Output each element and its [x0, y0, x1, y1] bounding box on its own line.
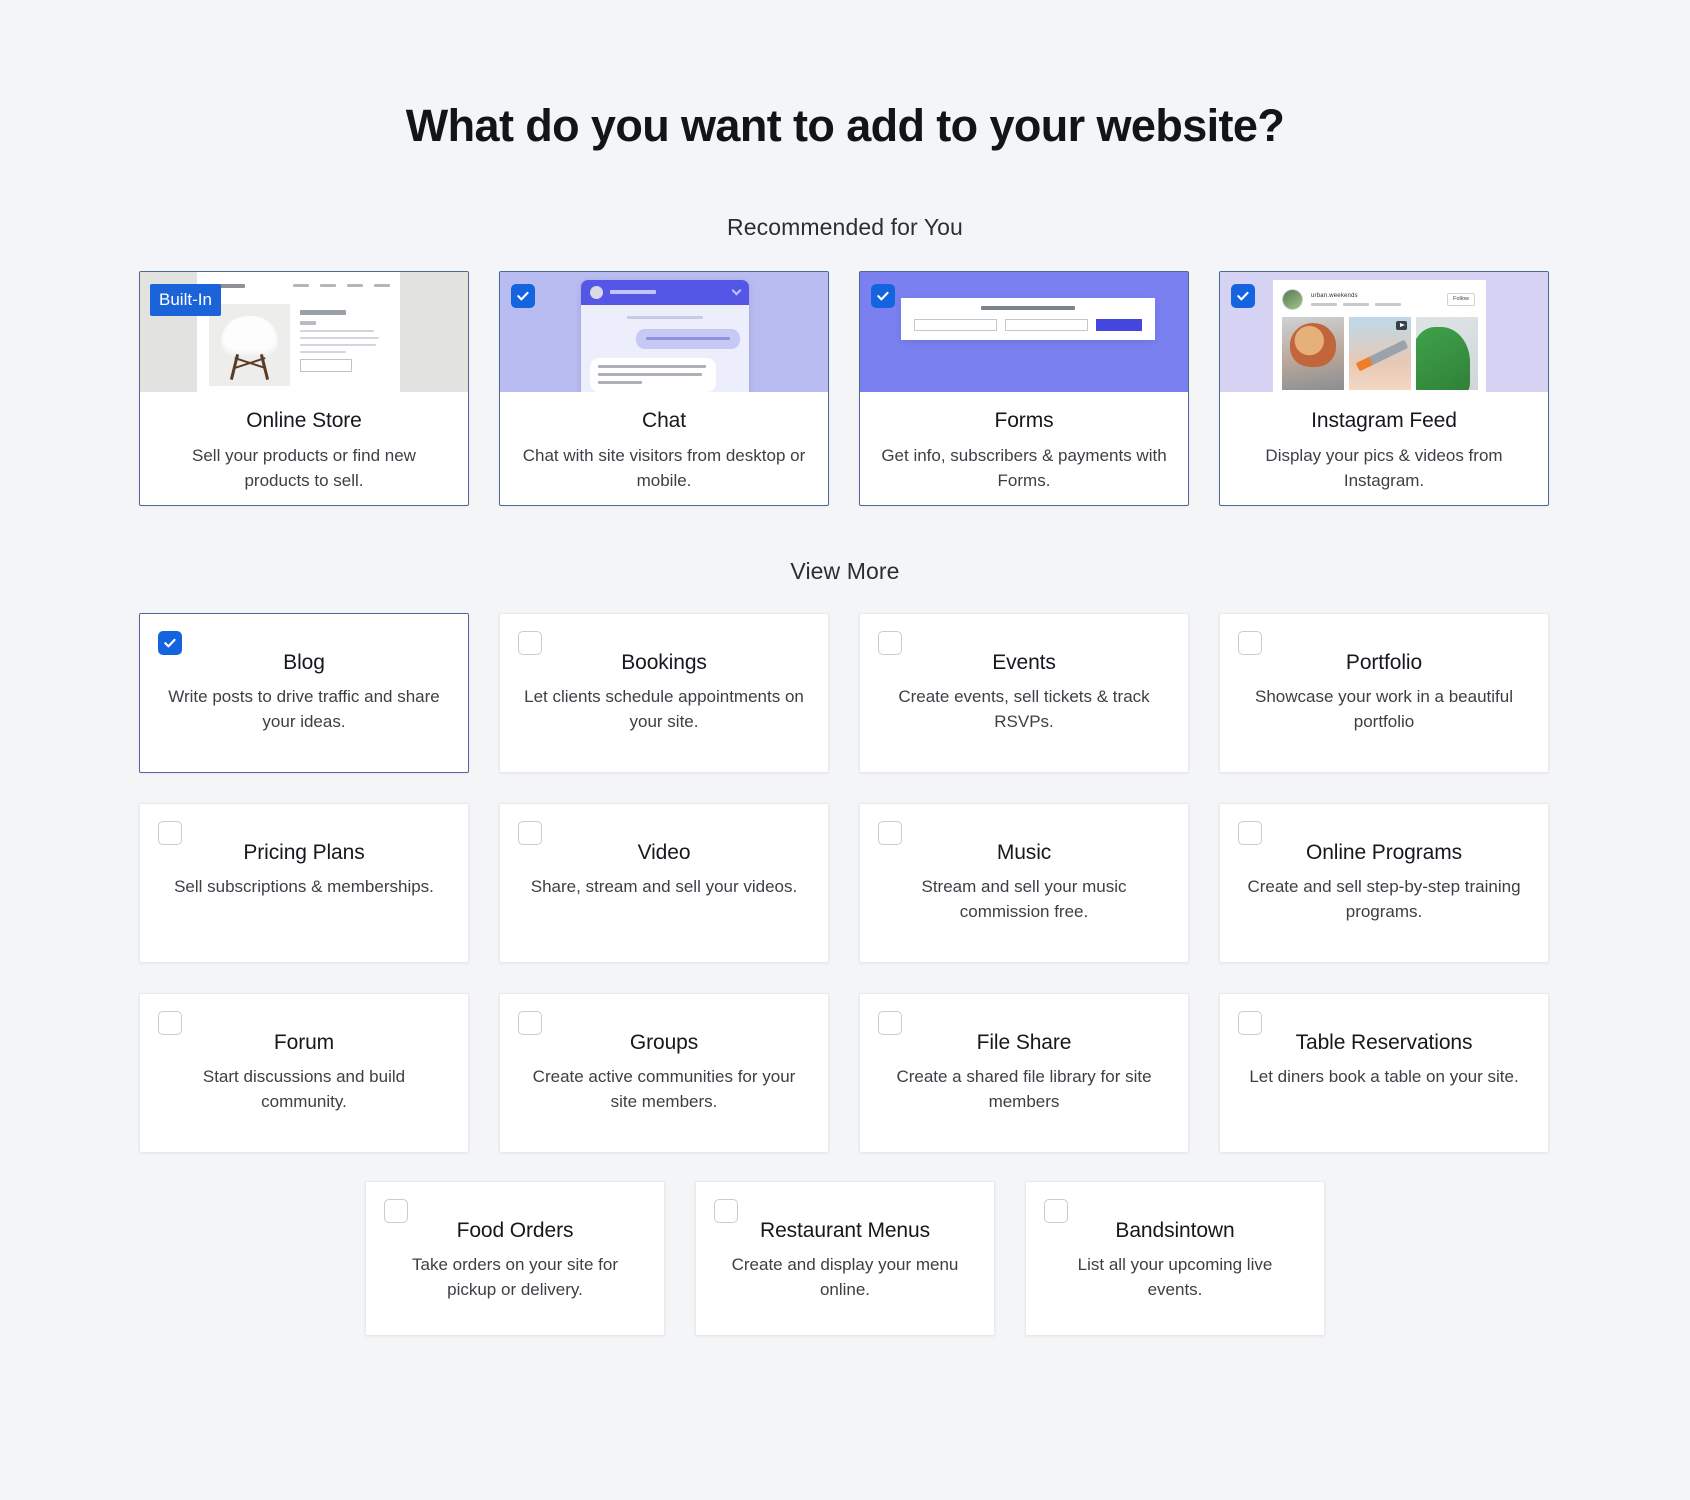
card-description: Start discussions and build community.: [202, 1066, 406, 1111]
card-description: Let diners book a table on your site.: [1249, 1066, 1519, 1086]
card-title: Blog: [283, 650, 325, 674]
card-title: Forum: [273, 1030, 335, 1054]
card-description: Write posts to drive traffic and share y…: [168, 686, 440, 731]
view-more-card-online-programs[interactable]: Online Programs Create and sell step-by-s…: [1219, 802, 1549, 963]
view-more-card-table-reservations[interactable]: Table Reservations Let diners book a tabl…: [1219, 992, 1549, 1153]
card-title: File Share: [976, 1030, 1072, 1054]
card-checkbox[interactable]: [878, 630, 902, 655]
card-title: Pricing Plans: [243, 840, 365, 864]
card-description: Create events, sell tickets & track RSVP…: [898, 686, 1150, 731]
card-description: Sell subscriptions & memberships.: [174, 876, 434, 896]
recommended-card-chat[interactable]: Chat Chat with site visitors from desktop…: [499, 270, 829, 506]
card-title: Portfolio: [1345, 650, 1423, 674]
view-more-card-portfolio[interactable]: Portfolio Showcase your work in a beautif…: [1219, 612, 1549, 773]
card-thumbnail: [500, 271, 828, 392]
card-title: Video: [637, 840, 691, 864]
card-description: Share, stream and sell your videos.: [530, 876, 798, 896]
card-title: Online Programs: [1305, 840, 1463, 864]
add-to-website-page: What do you want to add to your website?…: [0, 0, 1690, 1500]
view-more-card-events[interactable]: Events Create events, sell tickets & trac…: [859, 612, 1189, 773]
recommended-section-heading: Recommended for You: [727, 213, 963, 240]
card-thumbnail: [860, 271, 1188, 392]
card-checkbox[interactable]: [878, 820, 902, 845]
view-more-card-groups[interactable]: Groups Create active communities for your…: [499, 992, 829, 1153]
card-title: Bookings: [621, 650, 707, 674]
view-more-card-food-orders[interactable]: Food Orders Take orders on your site for …: [365, 1180, 665, 1336]
recommended-card-instagram-feed[interactable]: urban.weekends Follow Instagram Feed Displa…: [1219, 270, 1549, 506]
card-description: Get info, subscribers & payments with Fo…: [881, 445, 1167, 490]
recommended-card-forms[interactable]: Forms Get info, subscribers & payments wi…: [859, 270, 1189, 506]
card-description: List all your upcoming live events.: [1077, 1254, 1273, 1299]
card-checkbox[interactable]: [511, 283, 535, 308]
card-checkbox[interactable]: [518, 630, 542, 655]
card-description: Create active communities for your site …: [532, 1066, 796, 1111]
card-title: Food Orders: [456, 1218, 574, 1242]
card-checkbox[interactable]: [158, 1010, 182, 1035]
card-description: Showcase your work in a beautiful portfo…: [1255, 686, 1513, 731]
view-more-grid-last-row: Food Orders Take orders on your site for …: [139, 1180, 1551, 1336]
view-more-card-pricing-plans[interactable]: Pricing Plans Sell subscriptions & member…: [139, 802, 469, 963]
view-more-card-restaurant-menus[interactable]: Restaurant Menus Create and display your …: [695, 1180, 995, 1336]
card-checkbox[interactable]: [878, 1010, 902, 1035]
card-title: Restaurant Menus: [760, 1218, 930, 1242]
recommended-grid: Built-In Online Store Sell your products o…: [139, 270, 1551, 506]
card-checkbox[interactable]: [384, 1198, 408, 1223]
card-title: Forms: [994, 408, 1054, 432]
chat-widget-preview-art: [581, 279, 749, 392]
card-description: Display your pics & videos from Instagra…: [1265, 445, 1503, 490]
instagram-follow-button: Follow: [1447, 292, 1475, 306]
online-store-preview-art: [197, 271, 400, 392]
card-checkbox[interactable]: [1044, 1198, 1068, 1223]
card-thumbnail: Built-In: [140, 271, 468, 392]
view-more-card-video[interactable]: Video Share, stream and sell your videos.: [499, 802, 829, 963]
card-description: Chat with site visitors from desktop or …: [522, 445, 806, 490]
card-checkbox[interactable]: [1238, 820, 1262, 845]
card-title: Online Store: [246, 408, 362, 432]
card-checkbox[interactable]: [1238, 630, 1262, 655]
card-description: Let clients schedule appointments on you…: [524, 686, 804, 731]
card-title: Chat: [642, 408, 686, 432]
view-more-card-blog[interactable]: Blog Write posts to drive traffic and sha…: [139, 612, 469, 773]
view-more-card-music[interactable]: Music Stream and sell your music commissi…: [859, 802, 1189, 963]
view-more-card-forum[interactable]: Forum Start discussions and build communi…: [139, 992, 469, 1153]
card-checkbox[interactable]: [518, 820, 542, 845]
built-in-badge: Built-In: [150, 283, 221, 316]
card-description: Take orders on your site for pickup or d…: [412, 1254, 618, 1299]
instagram-feed-preview-art: urban.weekends Follow: [1273, 279, 1486, 392]
recommended-card-online-store[interactable]: Built-In Online Store Sell your products o…: [139, 270, 469, 506]
card-checkbox[interactable]: [1231, 283, 1255, 308]
card-title: Bandsintown: [1115, 1218, 1235, 1242]
page-title: What do you want to add to your website?: [405, 100, 1285, 151]
view-more-grid: Blog Write posts to drive traffic and sha…: [139, 612, 1551, 1153]
card-checkbox[interactable]: [158, 630, 182, 655]
card-checkbox[interactable]: [158, 820, 182, 845]
card-description: Create a shared file library for site me…: [896, 1066, 1152, 1111]
card-title: Events: [992, 650, 1056, 674]
card-description: Create and display your menu online.: [731, 1254, 959, 1299]
instagram-avatar: [1282, 288, 1303, 310]
card-checkbox[interactable]: [714, 1198, 738, 1223]
card-description: Create and sell step-by-step training pr…: [1247, 876, 1521, 921]
card-title: Groups: [629, 1030, 699, 1054]
card-title: Instagram Feed: [1311, 408, 1457, 432]
card-title: Music: [996, 840, 1052, 864]
card-description: Stream and sell your music commission fr…: [921, 876, 1127, 921]
card-checkbox[interactable]: [1238, 1010, 1262, 1035]
view-more-section-heading: View More: [790, 557, 900, 584]
card-checkbox[interactable]: [518, 1010, 542, 1035]
view-more-card-file-share[interactable]: File Share Create a shared file library f…: [859, 992, 1189, 1153]
view-more-card-bookings[interactable]: Bookings Let clients schedule appointment…: [499, 612, 829, 773]
card-checkbox[interactable]: [871, 283, 895, 308]
view-more-card-bandsintown[interactable]: Bandsintown List all your upcoming live e…: [1025, 1180, 1325, 1336]
card-title: Table Reservations: [1295, 1030, 1473, 1054]
forms-preview-art: [901, 297, 1155, 340]
card-thumbnail: urban.weekends Follow: [1220, 271, 1548, 392]
instagram-account-name: urban.weekends: [1311, 292, 1358, 299]
card-description: Sell your products or find new products …: [192, 445, 416, 490]
